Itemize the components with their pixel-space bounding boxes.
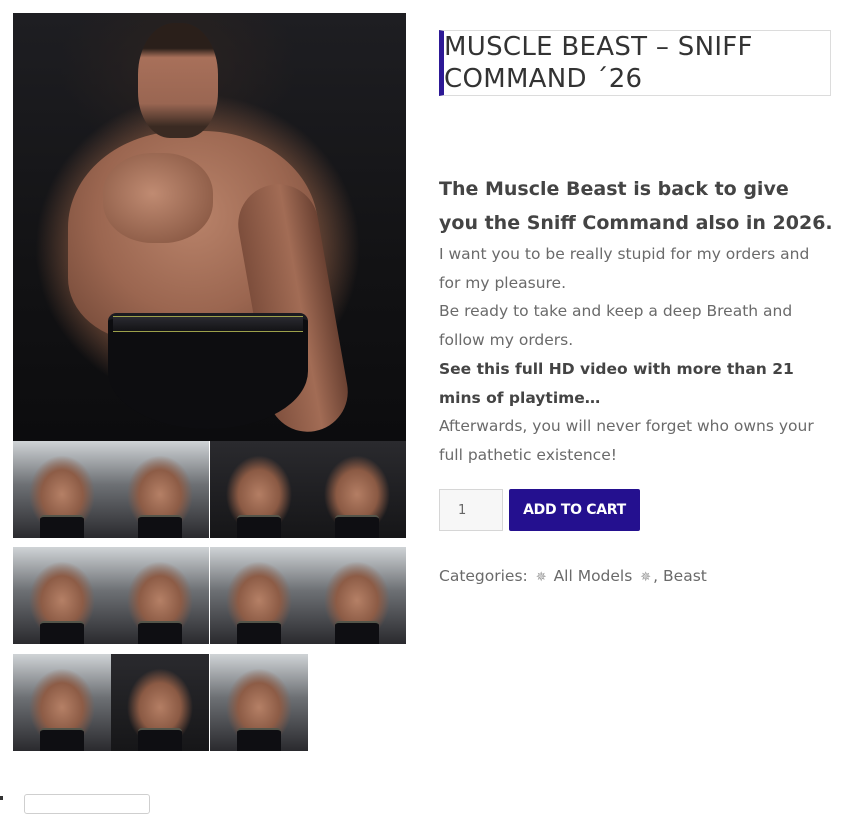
gallery-thumbnail[interactable] xyxy=(308,547,406,644)
gallery-thumbnail[interactable] xyxy=(13,441,111,538)
product-main-image[interactable] xyxy=(13,13,406,441)
category-comma: , xyxy=(653,567,659,585)
product-title: MUSCLE BEAST – SNIFF COMMAND ´26 xyxy=(444,32,753,94)
bottom-select-box[interactable] xyxy=(24,794,150,814)
gallery-thumbnail[interactable] xyxy=(210,547,308,644)
image-figure-waistband xyxy=(113,316,303,332)
product-description: The Muscle Beast is back to give you the… xyxy=(439,172,834,470)
gallery-thumbnail[interactable] xyxy=(13,654,111,751)
product-title-box: MUSCLE BEAST – SNIFF COMMAND ´26 xyxy=(439,30,831,96)
category-star-icon: ✵ xyxy=(535,570,547,585)
category-link-beast[interactable]: Beast xyxy=(663,567,707,585)
description-paragraph: Be ready to take and keep a deep Breath … xyxy=(439,302,793,350)
categories-label: Categories: xyxy=(439,567,528,585)
image-figure-fist xyxy=(103,153,213,243)
image-figure-head xyxy=(138,23,218,138)
description-lead: The Muscle Beast is back to give you the… xyxy=(439,178,833,234)
add-to-cart-button[interactable]: ADD TO CART xyxy=(509,489,640,531)
description-paragraph: Afterwards, you will never forget who ow… xyxy=(439,417,814,464)
gallery-thumbnail[interactable] xyxy=(308,441,406,538)
gallery-thumbnail[interactable] xyxy=(13,547,111,644)
gallery-thumbnail[interactable] xyxy=(111,654,209,751)
gallery-thumbnail[interactable] xyxy=(210,654,308,751)
gallery-thumbnail[interactable] xyxy=(111,441,209,538)
description-highlight: See this full HD video with more than 21… xyxy=(439,359,794,407)
product-categories: Categories: ✵ All Models ✵, Beast xyxy=(439,567,707,585)
quantity-input[interactable] xyxy=(439,489,503,531)
category-star-icon: ✵ xyxy=(640,570,652,585)
gallery-thumbnail[interactable] xyxy=(210,441,308,538)
category-link-all-models[interactable]: All Models xyxy=(554,567,633,585)
bottom-edge-marker xyxy=(0,796,3,800)
description-paragraph: I want you to be really stupid for my or… xyxy=(439,245,810,292)
gallery-thumbnail[interactable] xyxy=(111,547,209,644)
